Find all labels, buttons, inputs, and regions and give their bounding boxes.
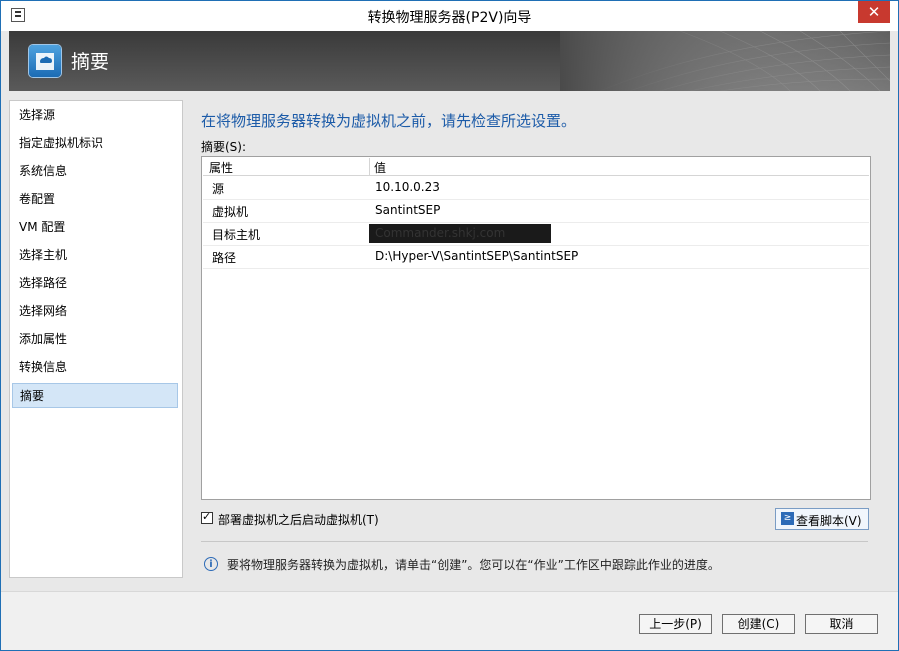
property-cell: 虚拟机 [212,205,249,219]
view-script-button[interactable]: ≥ 查看脚本(V) [775,508,869,530]
page-title: 摘要 [71,51,110,73]
nav-item-select-network[interactable]: 选择网络 [12,299,178,324]
start-vm-checkbox[interactable] [201,510,213,524]
nav-item-summary[interactable]: 摘要 [12,383,178,408]
divider [201,541,868,542]
nav-item-vm-identity[interactable]: 指定虚拟机标识 [12,131,178,156]
cancel-button[interactable]: 取消 [805,614,878,634]
column-header-value[interactable]: 值 [374,159,386,176]
table-row[interactable]: 目标主机 Commander.shkj.com [203,222,869,246]
nav-item-system-info[interactable]: 系统信息 [12,159,178,184]
info-icon: i [204,557,218,571]
table-row[interactable]: 源 10.10.0.23 [203,176,869,200]
value-cell: SantintSEP [375,203,441,217]
summary-cloud-icon [29,45,61,77]
property-cell: 目标主机 [212,228,261,242]
value-cell-redacted: Commander.shkj.com [369,224,551,243]
close-button[interactable]: ✕ [858,1,890,23]
footer-bar: 上一步(P) 创建(C) 取消 [1,591,898,650]
back-button[interactable]: 上一步(P) [639,614,712,634]
nav-item-add-properties[interactable]: 添加属性 [12,327,178,352]
value-cell: 10.10.0.23 [375,180,440,194]
summary-table[interactable]: 属性 值 源 10.10.0.23 虚拟机 SantintSEP 目标主机 Co… [201,156,871,500]
nav-item-conversion-info[interactable]: 转换信息 [12,355,178,380]
powershell-script-icon: ≥ [781,512,794,525]
column-separator[interactable] [369,158,370,175]
window-title: 转换物理服务器(P2V)向导 [367,10,532,26]
property-cell: 路径 [212,251,237,265]
nav-item-select-host[interactable]: 选择主机 [12,243,178,268]
table-row[interactable]: 虚拟机 SantintSEP [203,199,869,223]
table-header: 属性 值 [203,158,869,176]
start-vm-checkbox-label[interactable]: 部署虚拟机之后启动虚拟机(T) [218,511,379,528]
banner-decoration [560,31,890,91]
property-cell: 源 [212,182,225,196]
nav-item-vm-config[interactable]: VM 配置 [12,215,178,240]
column-header-property[interactable]: 属性 [209,159,233,176]
wizard-window: 转换物理服务器(P2V)向导 ✕ 摘要 选择源 指定虚拟机标识 系统信息 卷配置… [0,0,899,651]
nav-item-select-source[interactable]: 选择源 [12,103,178,128]
view-script-label: 查看脚本(V) [796,514,862,528]
create-button[interactable]: 创建(C) [722,614,795,634]
info-message: 要将物理服务器转换为虚拟机，请单击“创建”。您可以在“作业”工作区中跟踪此作业的… [227,558,720,572]
wizard-nav: 选择源 指定虚拟机标识 系统信息 卷配置 VM 配置 选择主机 选择路径 选择网… [9,100,183,578]
nav-item-volume-config[interactable]: 卷配置 [12,187,178,212]
header-banner: 摘要 [9,31,890,91]
summary-label: 摘要(S): [201,140,247,154]
value-cell: D:\Hyper-V\SantintSEP\SantintSEP [375,249,579,263]
table-row[interactable]: 路径 D:\Hyper-V\SantintSEP\SantintSEP [203,245,869,269]
title-bar[interactable]: 转换物理服务器(P2V)向导 ✕ [1,1,898,31]
nav-item-select-path[interactable]: 选择路径 [12,271,178,296]
content-heading: 在将物理服务器转换为虚拟机之前，请先检查所选设置。 [201,112,577,130]
